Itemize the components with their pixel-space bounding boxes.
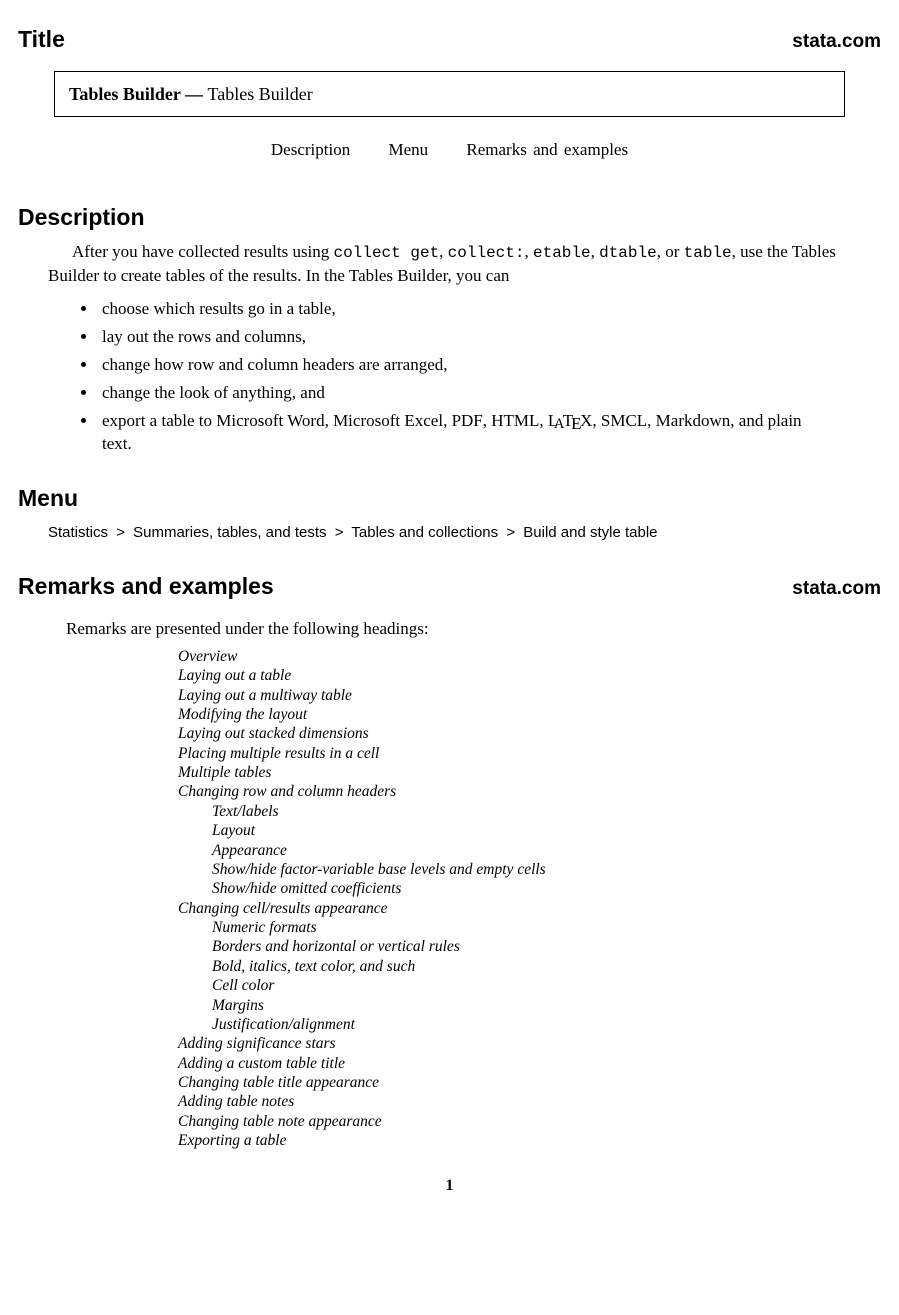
cmd-collect-get: collect get: [334, 244, 440, 262]
toc-item[interactable]: Changing cell/results appearance: [178, 899, 881, 918]
entry-desc: Tables Builder: [208, 84, 313, 104]
remarks-toc: Overview Laying out a table Laying out a…: [178, 647, 881, 1151]
toc-subitem[interactable]: Layout: [212, 821, 881, 840]
brand-link[interactable]: stata.com: [792, 29, 881, 55]
toc-item[interactable]: Changing table title appearance: [178, 1073, 881, 1092]
list-item: export a table to Microsoft Word, Micros…: [98, 410, 831, 456]
toc-item[interactable]: Changing row and column headers: [178, 782, 881, 801]
toc-subitem[interactable]: Appearance: [212, 841, 881, 860]
toc-item[interactable]: Laying out a multiway table: [178, 686, 881, 705]
toc-item[interactable]: Modifying the layout: [178, 705, 881, 724]
toc-subitem[interactable]: Margins: [212, 996, 881, 1015]
feature-list: choose which results go in a table, lay …: [78, 298, 831, 456]
menu-step: Build and style table: [523, 524, 657, 541]
sep: ,: [539, 411, 548, 430]
toc-item[interactable]: Overview: [178, 647, 881, 666]
fmt-html: HTML: [491, 411, 539, 430]
section-menu: Menu: [18, 483, 881, 514]
list-item: change how row and column headers are ar…: [98, 354, 831, 377]
toc-subitem[interactable]: Borders and horizontal or vertical rules: [212, 937, 881, 956]
cmd-collect-colon: collect:: [448, 244, 525, 262]
toc-item[interactable]: Multiple tables: [178, 763, 881, 782]
remarks-intro: Remarks are presented under the followin…: [66, 618, 851, 641]
chevron-icon: >: [116, 524, 125, 541]
toc-item[interactable]: Laying out a table: [178, 666, 881, 685]
menu-path: Statistics > Summaries, tables, and test…: [48, 523, 851, 543]
sep: ,: [592, 411, 601, 430]
menu-step: Summaries, tables, and tests: [133, 524, 326, 541]
fmt-latex: LATEX: [548, 411, 592, 430]
description-paragraph: After you have collected results using c…: [48, 241, 851, 288]
nav-description[interactable]: Description: [271, 140, 350, 159]
chevron-icon: >: [506, 524, 515, 541]
toc-subitem[interactable]: Show/hide factor-variable base levels an…: [212, 860, 881, 879]
entry-name: Tables Builder: [69, 84, 181, 104]
toc-subitem[interactable]: Justification/alignment: [212, 1015, 881, 1034]
toc-item[interactable]: Adding table notes: [178, 1092, 881, 1111]
toc-subitem[interactable]: Cell color: [212, 976, 881, 995]
list-item: change the look of anything, and: [98, 382, 831, 405]
toc-subitem[interactable]: Bold, italics, text color, and such: [212, 957, 881, 976]
section-remarks: Remarks and examples: [18, 571, 274, 602]
nav-remarks[interactable]: Remarks and examples: [466, 140, 628, 159]
menu-step: Tables and collections: [351, 524, 498, 541]
toc-item[interactable]: Laying out stacked dimensions: [178, 724, 881, 743]
fmt-pdf: PDF: [452, 411, 483, 430]
cmd-table: table: [684, 244, 732, 262]
entry-dash: —: [181, 84, 208, 104]
chevron-icon: >: [335, 524, 344, 541]
fmt-smcl: SMCL: [601, 411, 647, 430]
toc-item[interactable]: Placing multiple results in a cell: [178, 744, 881, 763]
section-nav: Description Menu Remarks and examples: [18, 139, 881, 162]
toc-subitem[interactable]: Numeric formats: [212, 918, 881, 937]
section-title: Title: [18, 24, 65, 55]
cmd-etable: etable: [533, 244, 591, 262]
brand-link[interactable]: stata.com: [792, 576, 881, 602]
cmd-dtable: dtable: [599, 244, 657, 262]
nav-menu[interactable]: Menu: [388, 140, 428, 159]
desc-pre: After you have collected results using: [72, 242, 334, 261]
menu-step: Statistics: [48, 524, 108, 541]
list-item: lay out the rows and columns,: [98, 326, 831, 349]
list-item: choose which results go in a table,: [98, 298, 831, 321]
toc-subitem[interactable]: Text/labels: [212, 802, 881, 821]
toc-item[interactable]: Adding a custom table title: [178, 1054, 881, 1073]
toc-subitem[interactable]: Show/hide omitted coefficients: [212, 879, 881, 898]
page-number: 1: [18, 1175, 881, 1197]
b5-pre: export a table to Microsoft Word, Micros…: [102, 411, 452, 430]
toc-item[interactable]: Adding significance stars: [178, 1034, 881, 1053]
toc-item[interactable]: Changing table note appearance: [178, 1112, 881, 1131]
section-description: Description: [18, 202, 881, 233]
toc-item[interactable]: Exporting a table: [178, 1131, 881, 1150]
sep: ,: [483, 411, 492, 430]
title-box: Tables Builder — Tables Builder: [54, 71, 845, 117]
